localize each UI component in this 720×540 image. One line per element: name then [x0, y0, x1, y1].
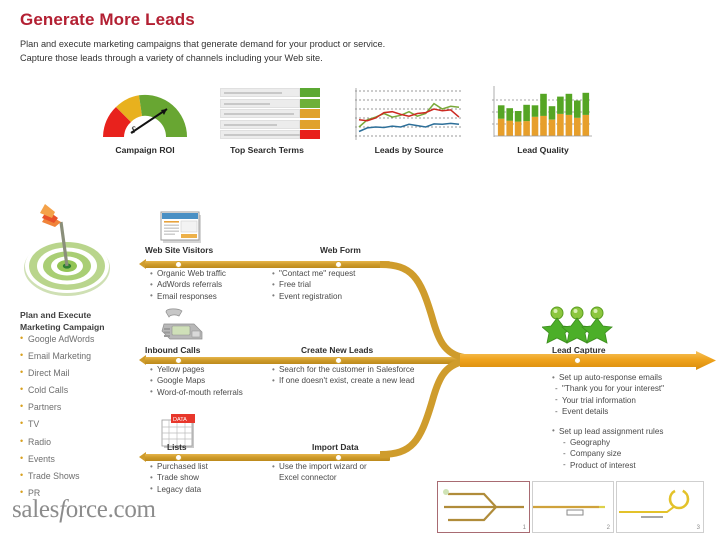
stage-list-item: Your trial information — [552, 394, 664, 406]
stage-list-item: Organic Web traffic — [150, 267, 226, 279]
stage-list-item: Use the import wizard or — [272, 460, 367, 472]
flow-node-lists — [175, 454, 182, 461]
term-status-swatch — [300, 130, 320, 140]
page-subtitle: Plan and execute marketing campaigns tha… — [20, 39, 386, 63]
term-bar — [220, 88, 300, 97]
campaign-channel-item: Email Marketing — [20, 349, 140, 362]
stage-name-web-form: Web Form — [320, 245, 361, 255]
term-bar — [220, 130, 300, 140]
table-row — [220, 88, 320, 97]
logo-part-3: f — [59, 496, 66, 523]
term-bar — [220, 98, 300, 108]
stage-list-item: Google Maps — [150, 375, 243, 387]
term-status-swatch — [300, 119, 320, 129]
desk-phone-icon — [158, 306, 206, 349]
stage-list-item: "Thank you for your interest" — [552, 383, 664, 395]
slide-canvas: Generate More Leads Plan and execute mar… — [0, 0, 720, 540]
thumbnail-slide-3[interactable]: 3 — [616, 481, 704, 533]
stage-list-inbound-calls: Yellow pagesGoogle MapsWord-of-mouth ref… — [150, 363, 243, 398]
term-status-swatch — [300, 109, 320, 119]
svg-text:DATA: DATA — [173, 417, 187, 423]
stage-name-web-site-visitors: Web Site Visitors — [145, 245, 214, 255]
flow-node-inbound-calls — [175, 357, 182, 364]
campaign-channel-item: Radio — [20, 435, 140, 448]
stage-name-import-data: Import Data — [312, 442, 359, 452]
campaign-channel-item: Google AdWords — [20, 332, 140, 345]
dashboard-label-lead-quality: Lead Quality — [517, 145, 569, 155]
campaign-channel-item: Cold Calls — [20, 383, 140, 396]
stage-list-lists: Purchased listTrade showLegacy data — [150, 460, 208, 495]
stage-list-item: Event details — [552, 406, 664, 418]
stage-list-import-data: Use the import wizard orExcel connector — [272, 460, 367, 484]
stage-list-item — [552, 418, 664, 426]
campaign-channel-list: Google AdWords Email Marketing Direct Mail… — [20, 332, 140, 504]
logo-part-2: es — [38, 496, 60, 523]
flow-node-web-site-visitors — [175, 261, 182, 268]
stage-list-item: Product of interest — [552, 459, 664, 471]
lead-capture-arrow — [460, 351, 716, 370]
dashboard-label-campaign-roi: Campaign ROI — [115, 145, 175, 155]
campaign-section-title: Plan and Execute Marketing Campaign — [20, 310, 105, 332]
flow-node-create-new-leads — [335, 357, 342, 364]
stage-name-lists: Lists — [167, 442, 187, 452]
stage-list-item: Excel connector — [279, 473, 337, 483]
stage-list-item: Yellow pages — [150, 363, 243, 375]
thumbnail-number: 2 — [606, 525, 610, 531]
thumbnail-slide-1[interactable]: 1 — [437, 481, 530, 533]
thumbnail-number: 1 — [522, 525, 526, 531]
campaign-channel-item: Direct Mail — [20, 366, 140, 379]
stage-list-item: Trade show — [150, 472, 208, 484]
lead-quality-chart — [492, 86, 592, 140]
thumbnail-slide-2[interactable]: 2 — [532, 481, 614, 533]
stage-list-item: Event registration — [272, 290, 355, 302]
stage-list-item: Company size — [552, 448, 664, 460]
stage-list-item: Set up auto-response emails — [552, 371, 664, 383]
stage-list-item: Word-of-mouth referrals — [150, 386, 243, 398]
table-row — [220, 98, 320, 108]
campaign-roi-gauge: $ — [95, 85, 195, 141]
stage-list-item: Legacy data — [150, 483, 208, 495]
stage-list-web-site-visitors: Organic Web trafficAdWords referralsEmai… — [150, 267, 226, 302]
term-bar — [220, 109, 300, 119]
stage-list-item: Set up lead assignment rules — [552, 425, 664, 437]
stage-name-create-new-leads: Create New Leads — [301, 345, 374, 355]
table-row — [220, 109, 320, 119]
salesforce-logo: salesforce.com — [12, 496, 156, 524]
stage-list-item: Email responses — [150, 290, 226, 302]
page-title: Generate More Leads — [20, 10, 195, 29]
stage-list-lead-capture: Set up auto-response emails"Thank you fo… — [552, 371, 664, 471]
campaign-channel-item: Trade Shows — [20, 469, 140, 482]
logo-part-1: sal — [12, 496, 39, 523]
top-search-terms-panel — [220, 88, 320, 140]
stage-list-item: Free trial — [272, 279, 355, 291]
stage-list-item: "Contact me" request — [272, 267, 355, 279]
gauge-value-marker: $ — [131, 125, 136, 135]
flow-node-web-form — [335, 261, 342, 268]
flow-node-import-data — [335, 454, 342, 461]
campaign-channel-item: TV — [20, 417, 140, 430]
dashboard-label-leads-by-source: Leads by Source — [374, 145, 444, 155]
logo-part-4: orce.com — [65, 496, 156, 523]
flow-node-lead-capture — [574, 357, 581, 364]
term-status-swatch — [300, 98, 320, 108]
table-row — [220, 130, 320, 140]
dartboard-icon — [14, 200, 120, 308]
campaign-channel-item: Events — [20, 452, 140, 465]
term-status-swatch — [300, 88, 320, 97]
leads-by-source-chart — [355, 88, 463, 140]
campaign-channel-item: Partners — [20, 400, 140, 413]
stage-list-item: AdWords referrals — [150, 279, 226, 291]
dashboard-label-top-search-terms: Top Search Terms — [230, 145, 304, 155]
table-row — [220, 119, 320, 129]
term-bar — [220, 119, 300, 129]
stage-list-item: Geography — [552, 437, 664, 449]
stage-name-inbound-calls: Inbound Calls — [145, 345, 201, 355]
stage-list-item: Purchased list — [150, 460, 208, 472]
thumbnail-number: 3 — [696, 525, 700, 531]
stage-list-web-form: "Contact me" requestFree trialEvent regi… — [272, 267, 355, 302]
